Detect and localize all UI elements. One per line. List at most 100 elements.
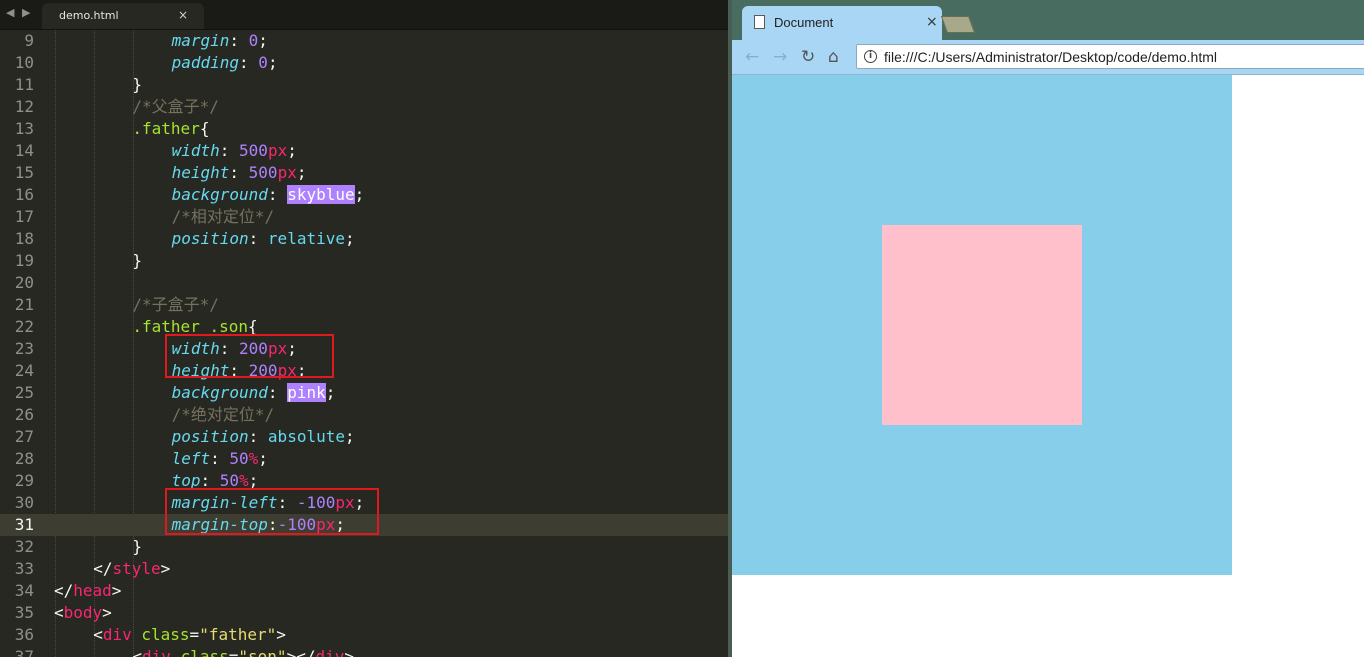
code-token: < (132, 647, 143, 657)
code-token: skyblue (287, 185, 355, 204)
code-line[interactable]: 23 width: 200px; (0, 338, 728, 360)
code-text: background: skyblue; (171, 184, 364, 206)
code-line[interactable]: 34 </head> (0, 580, 728, 602)
reload-icon[interactable]: ↻ (801, 47, 815, 67)
code-line[interactable]: 14 width: 500px; (0, 140, 728, 162)
code-text: <div class="son"></div> (132, 646, 354, 657)
code-text: position: relative; (172, 228, 355, 250)
code-line[interactable]: 28 left: 50%; (0, 448, 728, 470)
code-token: } (132, 537, 143, 556)
code-line[interactable]: 27 position: absolute; (0, 426, 728, 448)
back-arrow-icon[interactable]: ← (745, 47, 759, 67)
code-text: .father{ (132, 118, 209, 140)
code-token: { (199, 119, 210, 138)
editor-tab-demo-html[interactable]: demo.html × (42, 3, 204, 29)
code-token: ; (267, 53, 278, 72)
code-token: div (315, 647, 345, 657)
line-number: 28 (14, 449, 34, 468)
code-token: ; (258, 31, 268, 50)
code-token: ; (325, 383, 336, 402)
code-token: "son" (238, 647, 287, 657)
home-icon[interactable]: ⌂ (828, 47, 839, 67)
forward-arrow-icon[interactable]: → (773, 47, 787, 67)
code-line[interactable]: 33 </style> (0, 558, 728, 580)
code-token: pink (287, 383, 326, 402)
code-token: > (276, 625, 286, 644)
code-text: } (132, 536, 142, 558)
browser-tab-document[interactable]: Document × (742, 6, 942, 40)
new-tab-button[interactable] (940, 16, 976, 33)
code-text: position: absolute; (172, 426, 355, 448)
code-area[interactable]: 9 margin: 0; 10 padding: 0; 11} 12 /*父盒子*/ 13 .f… (0, 30, 728, 657)
address-bar[interactable]: i file:///C:/Users/Administrator/Desktop… (856, 44, 1364, 69)
line-number: 14 (14, 141, 34, 160)
code-line[interactable]: 25 background: pink; (0, 382, 728, 404)
code-line[interactable]: 20 (0, 272, 728, 294)
code-token: /*子盒子*/ (132, 295, 219, 314)
code-token: ; (344, 229, 355, 248)
code-token: 0 (258, 53, 268, 72)
editor-tab-bar: ◀ ▶ demo.html × (0, 0, 728, 30)
line-number: 33 (14, 559, 34, 578)
code-token: background (171, 383, 268, 402)
code-token: background (171, 185, 268, 204)
code-token: position (171, 427, 249, 446)
code-token: : (248, 427, 268, 446)
code-line[interactable]: 35 <body> (0, 602, 728, 624)
code-line[interactable]: 10 padding: 0; (0, 52, 728, 74)
editor-tab-label: demo.html (59, 9, 119, 22)
code-text: } (132, 74, 142, 96)
code-token: < (93, 625, 103, 644)
line-number: 15 (14, 163, 34, 182)
code-text: height: 500px; (172, 162, 307, 184)
code-text: left: 50%; (172, 448, 268, 470)
son-box (882, 225, 1082, 425)
code-token: margin (171, 31, 230, 50)
code-line[interactable]: 36 <div class="father"> (0, 624, 728, 646)
line-number: 12 (14, 97, 34, 116)
code-line[interactable]: 21 /*子盒子*/ (0, 294, 728, 316)
code-line[interactable]: 22 .father .son{ (0, 316, 728, 338)
line-number: 30 (14, 493, 34, 512)
code-line[interactable]: 15 height: 500px; (0, 162, 728, 184)
code-text: /*父盒子*/ (132, 96, 219, 118)
code-token: /*绝对定位*/ (171, 405, 275, 424)
code-token: class (141, 625, 190, 644)
code-text: /*子盒子*/ (132, 294, 219, 316)
code-token: = (189, 625, 200, 644)
code-line[interactable]: 13 .father{ (0, 118, 728, 140)
close-icon[interactable]: × (926, 14, 938, 30)
code-token: class (180, 647, 229, 657)
code-line[interactable]: 12 /*父盒子*/ (0, 96, 728, 118)
code-line[interactable]: 18 position: relative; (0, 228, 728, 250)
code-token: } (132, 75, 143, 94)
code-line[interactable]: 9 margin: 0; (0, 30, 728, 52)
code-line[interactable]: 19} (0, 250, 728, 272)
info-icon[interactable]: i (864, 50, 877, 63)
code-line[interactable]: 37 <div class="son"></div> (0, 646, 728, 657)
line-number: 32 (14, 537, 34, 556)
line-number: 26 (14, 405, 34, 424)
line-number: 21 (14, 295, 34, 314)
close-icon[interactable]: × (178, 8, 188, 22)
code-token: head (73, 581, 112, 600)
url-text[interactable]: file:///C:/Users/Administrator/Desktop/c… (884, 49, 1217, 65)
highlight-box-width-height (165, 334, 334, 378)
code-text: margin: 0; (172, 30, 268, 52)
line-number: 13 (14, 119, 34, 138)
code-text: width: 500px; (172, 140, 297, 162)
code-token: width (171, 141, 220, 160)
tab-scroll-right-icon[interactable]: ▶ (22, 6, 30, 19)
code-line[interactable]: 24 height: 200px; (0, 360, 728, 382)
code-line[interactable]: 26 /*绝对定位*/ (0, 404, 728, 426)
code-line[interactable]: 17 /*相对定位*/ (0, 206, 728, 228)
code-token: > (344, 647, 355, 657)
tab-scroll-left-icon[interactable]: ◀ (6, 6, 14, 19)
code-token: : (267, 185, 288, 204)
code-line[interactable]: 16 background: skyblue; (0, 184, 728, 206)
code-token: ; (258, 449, 268, 468)
code-line[interactable]: 11} (0, 74, 728, 96)
code-line[interactable]: 32} (0, 536, 728, 558)
line-number: 37 (14, 647, 34, 657)
